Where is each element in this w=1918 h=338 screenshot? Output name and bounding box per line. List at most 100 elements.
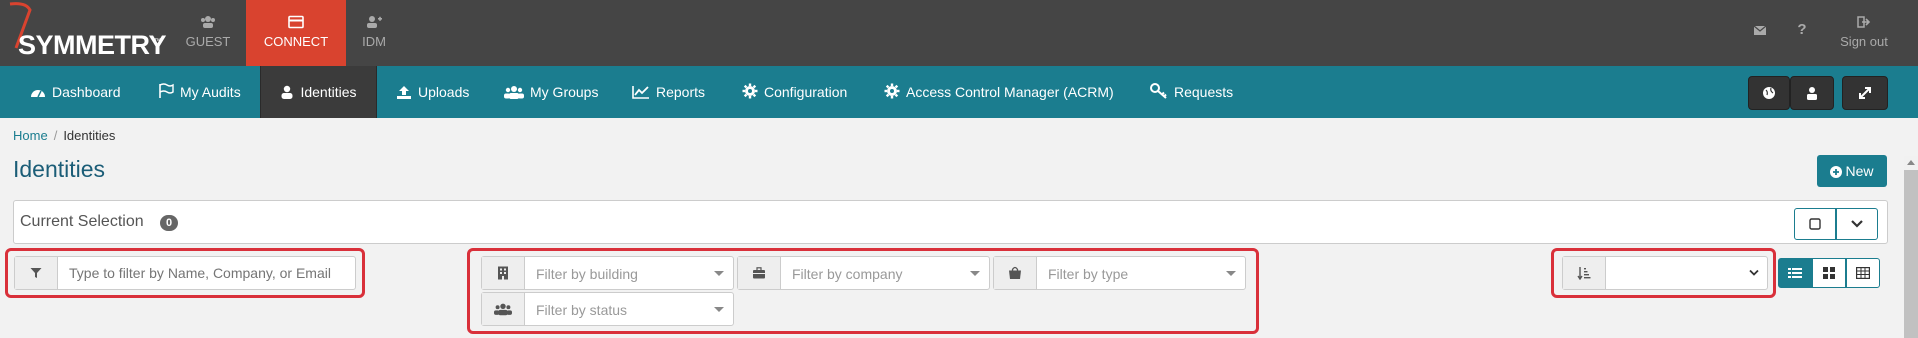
company-addon <box>738 257 781 289</box>
scroll-up-arrow[interactable] <box>1904 156 1918 170</box>
filter-icon <box>30 268 42 278</box>
type-filter-placeholder: Filter by type <box>1048 266 1129 282</box>
grid-view-button[interactable] <box>1812 258 1846 288</box>
card-icon <box>288 15 304 29</box>
company-filter[interactable]: Filter by company <box>737 256 990 290</box>
building-addon <box>482 257 525 289</box>
user-lock-button[interactable] <box>1790 76 1834 110</box>
table-icon <box>1856 267 1870 279</box>
building-filter-placeholder: Filter by building <box>536 266 638 282</box>
mail-button[interactable] <box>1750 0 1770 66</box>
sign-out-icon <box>1857 16 1871 28</box>
list-view-button[interactable] <box>1778 258 1812 288</box>
status-addon <box>482 293 525 325</box>
nav-dashboard[interactable]: Dashboard <box>30 66 121 118</box>
status-filter-placeholder: Filter by status <box>536 302 628 318</box>
nav-access-control-manager[interactable]: Access Control Manager (ACRM) <box>884 66 1114 118</box>
envelope-icon <box>1753 25 1767 35</box>
breadcrumb-home[interactable]: Home <box>13 128 48 143</box>
breadcrumb-current: Identities <box>63 128 116 143</box>
chart-icon <box>632 86 649 99</box>
main-nav: Dashboard My Audits Identities Uploads M… <box>0 66 1918 118</box>
nav-my-audits[interactable]: My Audits <box>158 66 241 118</box>
nav-dashboard-label: Dashboard <box>52 84 121 100</box>
search-input-group <box>14 256 356 290</box>
nav-my-groups-label: My Groups <box>530 84 599 100</box>
status-caret-icon <box>714 307 724 312</box>
nav-reports-label: Reports <box>656 84 706 100</box>
group-icon <box>494 303 512 316</box>
company-caret-icon <box>970 271 980 276</box>
gear-icon <box>884 83 900 99</box>
question-icon: ? <box>1797 21 1807 38</box>
sort-select-group <box>1562 256 1768 290</box>
status-filter[interactable]: Filter by status <box>481 292 734 326</box>
plus-circle-icon <box>1830 166 1843 178</box>
topnav-idm[interactable]: IDM <box>332 0 416 66</box>
user-lock-icon <box>1807 87 1817 100</box>
symmetry-logo[interactable]: SYMMETRY ™ <box>4 0 174 66</box>
filter-addon <box>15 257 58 289</box>
nav-identities[interactable]: Identities <box>260 66 377 118</box>
nav-access-control-manager-label: Access Control Manager (ACRM) <box>906 84 1114 100</box>
search-input[interactable] <box>59 257 349 289</box>
fullscreen-button[interactable] <box>1842 76 1888 110</box>
guest-icon <box>201 16 215 28</box>
user-icon <box>281 85 293 99</box>
sort-amount-icon <box>1577 267 1591 280</box>
type-caret-icon <box>1226 271 1236 276</box>
selection-dropdown-button[interactable] <box>1836 208 1878 240</box>
sort-chevron-down-icon <box>1749 269 1759 276</box>
current-selection-panel: Current Selection 0 <box>13 200 1888 244</box>
current-selection-label: Current Selection <box>20 213 144 230</box>
nav-requests[interactable]: Requests <box>1150 66 1233 118</box>
sort-addon <box>1563 257 1606 289</box>
sign-out-label: Sign out <box>1840 34 1888 49</box>
expand-icon <box>1859 87 1871 99</box>
nav-my-audits-label: My Audits <box>180 84 241 100</box>
building-filter[interactable]: Filter by building <box>481 256 734 290</box>
nav-uploads[interactable]: Uploads <box>396 66 469 118</box>
key-icon <box>1150 83 1167 99</box>
sign-out-button[interactable]: Sign out <box>1830 0 1898 66</box>
new-button-label: New <box>1845 163 1874 179</box>
nav-identities-label: Identities <box>300 84 357 100</box>
topnav-connect[interactable]: CONNECT <box>246 0 346 66</box>
nav-configuration[interactable]: Configuration <box>742 66 847 118</box>
breadcrumb: Home / Identities <box>13 128 115 143</box>
chevron-down-icon <box>1851 220 1863 228</box>
list-icon <box>1788 268 1802 278</box>
select-all-checkbox-button[interactable] <box>1794 208 1836 240</box>
briefcase-icon <box>753 267 765 279</box>
upload-icon <box>397 86 411 99</box>
nav-my-groups[interactable]: My Groups <box>504 66 598 118</box>
shopping-bag-icon <box>1009 266 1021 279</box>
type-filter[interactable]: Filter by type <box>993 256 1246 290</box>
top-bar: SYMMETRY ™ GUEST CONNECT IDM ? Sign out <box>0 0 1918 66</box>
new-button[interactable]: New <box>1817 155 1887 187</box>
nav-configuration-label: Configuration <box>764 84 848 100</box>
group-icon <box>504 86 524 99</box>
sort-select-value[interactable] <box>1607 257 1767 289</box>
help-button[interactable]: ? <box>1792 0 1812 66</box>
nav-requests-label: Requests <box>1174 84 1234 100</box>
topnav-connect-label: CONNECT <box>263 34 329 49</box>
add-user-icon <box>367 16 382 28</box>
building-caret-icon <box>714 271 724 276</box>
flag-icon <box>159 83 174 98</box>
square-icon <box>1809 218 1821 230</box>
nav-reports[interactable]: Reports <box>632 66 705 118</box>
breadcrumb-separator: / <box>53 128 58 143</box>
topnav-guest-label: GUEST <box>185 34 231 49</box>
company-filter-placeholder: Filter by company <box>792 266 903 282</box>
scrollbar-thumb[interactable] <box>1904 170 1918 338</box>
building-icon <box>498 266 508 280</box>
globe-icon <box>1763 87 1775 99</box>
topnav-idm-label: IDM <box>362 34 386 49</box>
table-view-button[interactable] <box>1846 258 1880 288</box>
gear-icon <box>742 83 758 99</box>
topnav-guest[interactable]: GUEST <box>166 0 250 66</box>
nav-uploads-label: Uploads <box>418 84 470 100</box>
page-title: Identities <box>13 156 106 182</box>
globe-button[interactable] <box>1748 76 1790 110</box>
